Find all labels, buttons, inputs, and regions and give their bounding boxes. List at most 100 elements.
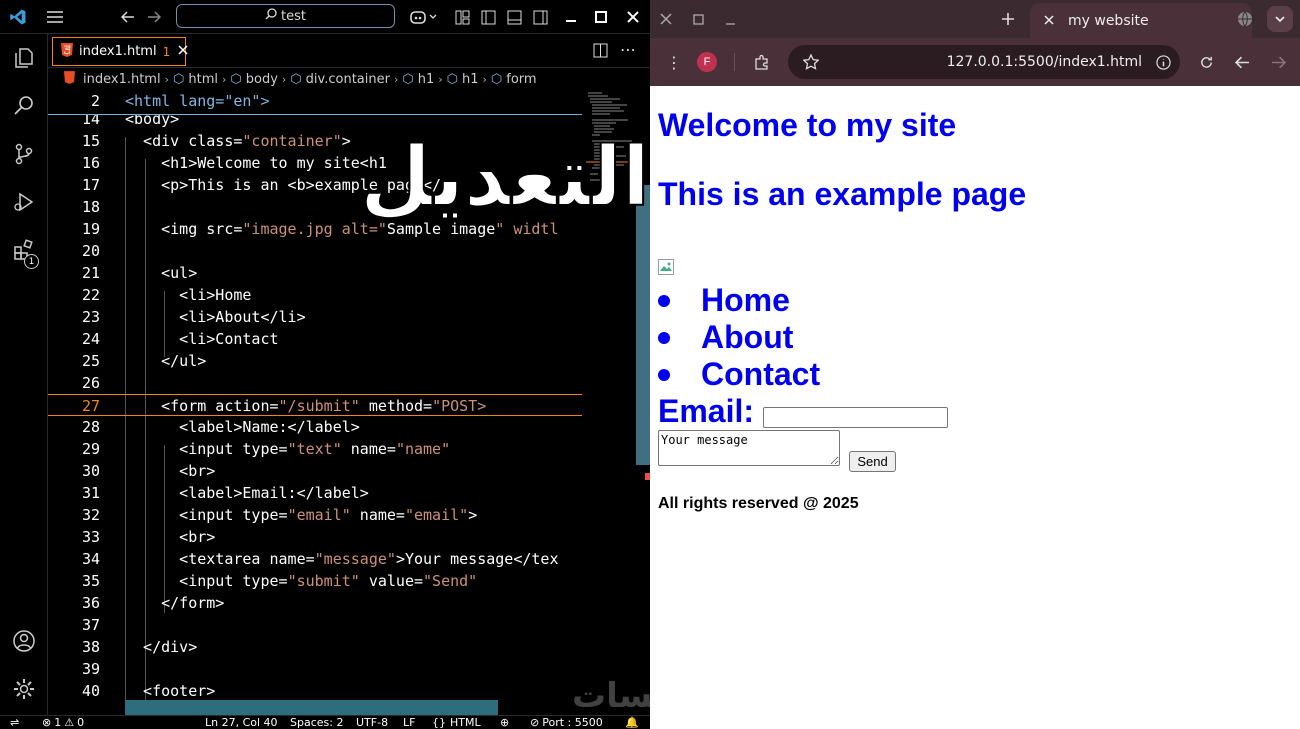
code-line[interactable]: 20 <box>48 240 582 262</box>
line-number: 33 <box>81 528 100 546</box>
editor-scroll-thumb[interactable] <box>636 185 650 465</box>
maximize-icon[interactable] <box>590 0 612 34</box>
code-text: <li>Contact <box>125 330 279 348</box>
encoding[interactable]: UTF-8 <box>356 716 388 729</box>
minimize-icon[interactable] <box>720 10 740 28</box>
end-of-line[interactable]: LF <box>403 716 415 729</box>
run-debug-icon[interactable] <box>0 178 48 226</box>
breadcrumb-body[interactable]: body <box>246 72 278 87</box>
code-line[interactable]: 21 <ul> <box>48 262 582 284</box>
reload-icon[interactable] <box>1196 52 1216 72</box>
code-text: <label>Name:</label> <box>125 418 360 436</box>
layout-panels-icon[interactable] <box>452 0 472 34</box>
chevron-right-icon: › <box>438 72 443 86</box>
status-bar: ⇌ ⊗ 1 ⚠ 0 Ln 27, Col 40 Spaces: 2 UTF-8 … <box>0 715 650 729</box>
code-line[interactable]: 35 <input type="submit" value="Send" <box>48 570 582 592</box>
site-info-icon[interactable] <box>1154 53 1172 71</box>
notifications-bell-icon[interactable]: 🔔 <box>625 716 639 729</box>
breadcrumb-h1[interactable]: h1 <box>418 72 435 87</box>
code-line[interactable]: 27 <form action="/submit" method="POST> <box>48 394 582 416</box>
copilot-status-icon[interactable]: ⊕ <box>500 716 509 729</box>
list-bullet <box>658 295 670 307</box>
email-input[interactable] <box>763 407 948 428</box>
close-window-icon[interactable] <box>656 10 676 28</box>
back-arrow-icon[interactable] <box>1232 52 1252 72</box>
code-line[interactable]: 28 <label>Name:</label> <box>48 416 582 438</box>
maximize-icon[interactable] <box>688 10 708 28</box>
minimize-icon[interactable] <box>560 0 582 34</box>
code-line[interactable]: 34 <textarea name="message">Your message… <box>48 548 582 570</box>
footer-text: All rights reserved @ 2025 <box>658 495 859 512</box>
chevron-right-icon: › <box>393 72 399 86</box>
bookmark-star-icon[interactable] <box>802 53 820 71</box>
indentation[interactable]: Spaces: 2 <box>290 716 343 729</box>
command-search-box[interactable]: test <box>176 4 395 28</box>
activity-bar: 1 <box>0 34 48 715</box>
code-line[interactable]: 29 <input type="text" name="name" <box>48 438 582 460</box>
tab-index1-html[interactable]: index1.html 1 <box>52 37 188 66</box>
code-line[interactable]: 31 <label>Email:</label> <box>48 482 582 504</box>
tab-search-chevron-icon[interactable] <box>1267 6 1293 32</box>
breadcrumb-h1[interactable]: h1 <box>462 72 479 87</box>
toggle-primary-sidebar-icon[interactable] <box>478 0 498 34</box>
toggle-secondary-sidebar-icon[interactable] <box>530 0 550 34</box>
remote-icon[interactable]: ⇌ <box>10 716 19 729</box>
tab-close-icon[interactable] <box>178 44 188 59</box>
code-line[interactable]: 22 <li>Home <box>48 284 582 306</box>
search-box-text: test <box>281 8 306 24</box>
menu-icon[interactable] <box>42 0 68 34</box>
live-server-port[interactable]: ⊘ Port : 5500 <box>530 716 603 729</box>
breadcrumb-file[interactable]: index1.html <box>83 72 161 87</box>
tab-close-icon[interactable] <box>1044 13 1054 29</box>
toggle-panel-icon[interactable] <box>504 0 524 34</box>
globe-icon[interactable] <box>1235 10 1255 28</box>
forward-arrow-icon[interactable] <box>142 0 166 34</box>
warning-icon: ⚠ <box>64 716 75 729</box>
breadcrumb-html[interactable]: html <box>188 72 218 87</box>
browser-tab-my-website[interactable]: my website <box>1030 3 1252 38</box>
browser-window: my website ⋮ F 127.0.0.1:5500/index1.htm… <box>650 0 1300 729</box>
code-line[interactable]: 26 <box>48 372 582 394</box>
element-cube-icon: ⬡ <box>446 71 458 87</box>
address-bar[interactable]: 127.0.0.1:5500/index1.html <box>788 45 1180 79</box>
breadcrumb-div-container[interactable]: div.container <box>306 72 390 87</box>
code-line[interactable]: 33 <br> <box>48 526 582 548</box>
problems-indicator[interactable]: ⊗ 1 ⚠ 0 <box>42 716 84 729</box>
chevron-right-icon: › <box>221 72 227 86</box>
close-window-icon[interactable] <box>622 0 644 34</box>
sticky-scroll-line[interactable]: 2 <html lang="en"> <box>48 90 582 115</box>
more-actions-icon[interactable]: ⋯ <box>620 40 636 59</box>
copilot-icon[interactable] <box>406 0 440 34</box>
language-mode[interactable]: {} HTML <box>432 716 481 729</box>
kebab-menu-icon[interactable]: ⋮ <box>664 52 684 72</box>
search-view-icon[interactable] <box>0 82 48 130</box>
accounts-icon[interactable] <box>0 617 48 665</box>
code-line[interactable]: 39 <box>48 658 582 680</box>
new-tab-plus-icon[interactable] <box>998 9 1018 29</box>
code-line[interactable]: 24 <li>Contact <box>48 328 582 350</box>
explorer-icon[interactable] <box>0 34 48 82</box>
tab-problem-count: 1 <box>162 44 171 59</box>
message-textarea[interactable]: Your message <box>658 430 840 466</box>
code-line[interactable]: 38 </div> <box>48 636 582 658</box>
back-arrow-icon[interactable] <box>116 0 140 34</box>
code-line[interactable]: 30 <br> <box>48 460 582 482</box>
forward-arrow-icon[interactable] <box>1268 52 1288 72</box>
cursor-position[interactable]: Ln 27, Col 40 <box>205 716 278 729</box>
code-line[interactable]: 40 <footer> <box>48 680 582 702</box>
code-line[interactable]: 37 <box>48 614 582 636</box>
settings-gear-icon[interactable] <box>0 665 48 713</box>
profile-avatar[interactable]: F <box>697 52 717 72</box>
extensions-puzzle-icon[interactable] <box>752 52 772 72</box>
code-line[interactable]: 32 <input type="email" name="email"> <box>48 504 582 526</box>
breadcrumb-form[interactable]: form <box>506 72 536 87</box>
code-line[interactable]: 25 </ul> <box>48 350 582 372</box>
vscode-logo-icon <box>6 0 30 34</box>
split-editor-icon[interactable] <box>593 43 608 62</box>
language-label: HTML <box>450 716 481 729</box>
send-button[interactable]: Send <box>849 451 896 472</box>
code-line[interactable]: 23 <li>About</li> <box>48 306 582 328</box>
code-line[interactable]: 36 </form> <box>48 592 582 614</box>
source-control-icon[interactable] <box>0 130 48 178</box>
extensions-icon[interactable]: 1 <box>0 226 48 274</box>
